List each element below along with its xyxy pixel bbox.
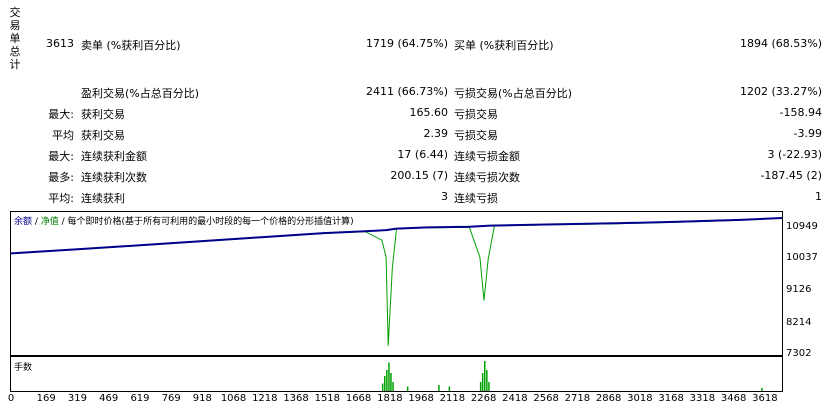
lots-bar: [488, 382, 490, 391]
x-tick-label: 3168: [658, 393, 684, 404]
stat-label: 连续获利: [81, 192, 125, 205]
x-tick-label: 3318: [689, 393, 716, 404]
stat-label-2: 连续亏损: [454, 192, 498, 205]
y-tick-label: 7302: [786, 348, 812, 359]
stat-label: 盈利交易(%占总百分比): [81, 87, 200, 100]
stat-value-2: -3.99: [793, 127, 822, 140]
x-tick-label: 3618: [752, 393, 778, 404]
lots-plot: [381, 361, 763, 391]
x-tick-label: 1368: [283, 393, 309, 404]
stat-prefix: 平均:: [48, 192, 74, 205]
lots-bar: [481, 373, 484, 391]
x-tick-label: 2718: [564, 393, 591, 404]
x-tick-label: 3018: [627, 393, 653, 404]
x-tick-label: 1968: [408, 393, 434, 404]
stat-label: 获利交易: [81, 108, 125, 121]
stat-label-2: 连续亏损金额: [454, 150, 520, 163]
stat-value: 200.15 (7): [390, 169, 448, 182]
lots-bar: [448, 386, 451, 391]
stat-label: 连续获利次数: [81, 171, 147, 184]
x-tick-label: 469: [99, 393, 119, 404]
x-tick-label: 619: [130, 393, 150, 404]
x-tick-label: 769: [161, 393, 181, 404]
lots-bar: [392, 382, 394, 391]
lots-bar: [386, 370, 388, 391]
stat-label-2: 亏损交易: [454, 108, 498, 121]
x-tick-label: 1068: [220, 393, 247, 404]
stat-label: 连续获利金额: [81, 150, 147, 163]
x-tick-label: 169: [36, 393, 56, 404]
x-tick-label: 2868: [595, 393, 622, 404]
lots-bar: [390, 373, 392, 391]
lots-chart: 手数: [10, 356, 783, 392]
short-trades-value: 1719 (64.75%): [365, 37, 448, 50]
x-tick-label: 1518: [314, 393, 341, 404]
x-tick-label: 2418: [502, 393, 528, 404]
equity-line: [11, 217, 782, 346]
stat-value-2: -187.45 (2): [760, 169, 822, 182]
y-tick-label: 10949: [786, 221, 818, 232]
x-tick-label: 1668: [345, 393, 372, 404]
x-tick-label: 1218: [252, 393, 278, 404]
x-tick-label: 918: [192, 393, 212, 404]
stat-value: 17 (6.44): [397, 148, 448, 161]
balance-equity-chart: 余额 / 净值 / 每个即时价格(基于所有可利用的最小时段的每一个价格的分形插值…: [10, 211, 783, 356]
lots-bar: [484, 361, 486, 391]
short-trades-label: 卖单 (%获利百分比): [81, 39, 181, 52]
lots-bar: [406, 386, 409, 391]
stat-label-2: 连续亏损次数: [454, 171, 520, 184]
stat-prefix: 最大:: [48, 150, 74, 163]
y-tick-label: 8214: [786, 317, 812, 328]
stat-value: 3: [441, 190, 448, 203]
y-tick-label: 10037: [786, 252, 818, 263]
lots-bar: [384, 376, 386, 391]
x-tick-label: 1818: [377, 393, 403, 404]
stat-value: 2.39: [423, 127, 449, 140]
stat-value-2: 1202 (33.27%): [739, 85, 822, 98]
x-tick-label: 2268: [470, 393, 497, 404]
balance-equity-plot: [11, 217, 782, 346]
long-trades-label: 买单 (%获利百分比): [454, 39, 554, 52]
stat-prefix: 平均: [52, 129, 74, 142]
stat-value-2: 3 (-22.93): [767, 148, 822, 161]
y-tick-label: 9126: [786, 284, 812, 295]
stat-prefix: 最大:: [48, 108, 74, 121]
stat-value-2: 1: [815, 190, 822, 203]
lots-bar: [438, 385, 440, 391]
lots-bar: [388, 362, 390, 391]
stat-label-2: 亏损交易: [454, 129, 498, 142]
stat-value-2: -158.94: [779, 106, 822, 119]
lots-bar: [381, 383, 384, 391]
lots-bar: [479, 382, 482, 391]
stat-label-2: 亏损交易(%占总百分比): [454, 87, 573, 100]
total-trades-value: 3613: [46, 37, 74, 50]
stat-value: 165.60: [409, 106, 449, 119]
lots-bar: [486, 370, 488, 391]
trades-total-vertical-label: 交易单总计: [9, 6, 21, 71]
x-tick-label: 319: [67, 393, 88, 404]
x-tick-label: 2118: [439, 393, 466, 404]
x-tick-label: 3468: [720, 393, 747, 404]
balance-line: [11, 217, 782, 255]
x-tick-label: 2568: [533, 393, 559, 404]
lots-bar: [761, 388, 763, 391]
stat-value: 2411 (66.73%): [365, 85, 448, 98]
stat-prefix: 最多:: [48, 171, 74, 184]
stat-label: 获利交易: [81, 129, 125, 142]
long-trades-value: 1894 (68.53%): [739, 37, 822, 50]
x-tick-label: 0: [7, 393, 15, 404]
